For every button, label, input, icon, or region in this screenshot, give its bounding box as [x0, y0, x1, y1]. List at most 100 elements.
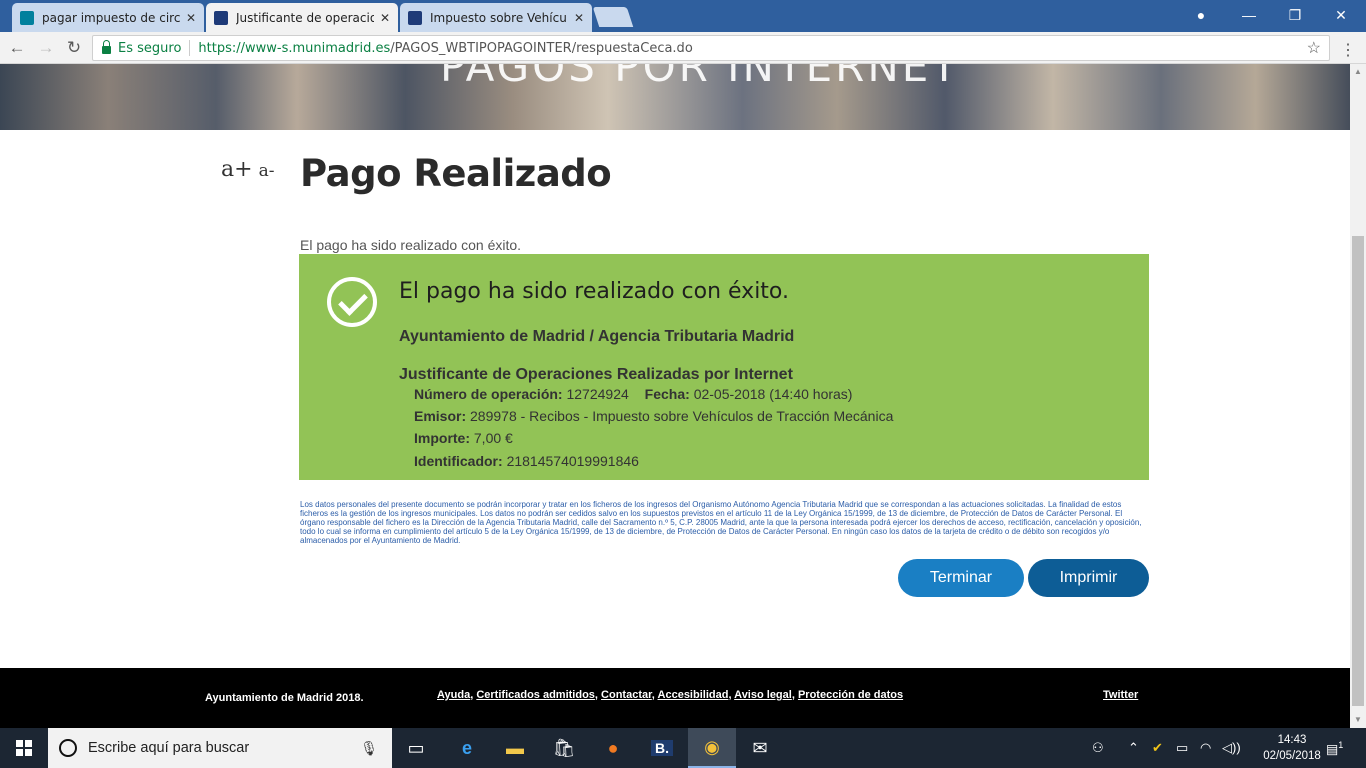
identificador-value: 21814574019991846 [506, 453, 639, 469]
tab-justificante[interactable]: Justificante de operacione ✕ [206, 3, 398, 32]
url-path: /PAGOS_WBTIPOPAGOINTER/respuestaCeca.do [390, 40, 693, 56]
notification-count: 1 [1338, 740, 1344, 750]
tab-bing-search[interactable]: pagar impuesto de circula ✕ [12, 3, 204, 32]
success-heading: El pago ha sido realizado con éxito. [399, 279, 789, 304]
search-placeholder: Escribe aquí para buscar [88, 740, 250, 756]
task-view-icon[interactable]: ▭ [392, 728, 440, 768]
operation-value: 12724924 [566, 386, 629, 402]
tab-title: Impuesto sobre Vehículos [430, 10, 568, 25]
profile-icon[interactable]: ● [1178, 0, 1224, 30]
volume-icon[interactable]: ◁)) [1222, 740, 1241, 756]
mail-icon[interactable]: ✉ [736, 728, 784, 768]
firefox-icon[interactable]: ● [589, 728, 637, 768]
start-button[interactable] [0, 728, 48, 768]
footer-link-ayuda[interactable]: Ayuda [437, 689, 470, 701]
close-icon[interactable]: ✕ [574, 11, 584, 25]
terminar-button[interactable]: Terminar [898, 559, 1024, 597]
madrid-crest-icon [408, 10, 422, 25]
legal-notice: Los datos personales del presente docume… [300, 500, 1142, 545]
footer-link-accesibilidad[interactable]: Accesibilidad [658, 689, 729, 701]
url-text: https://www-s.munimadrid.es/PAGOS_WBTIPO… [198, 41, 692, 56]
divider [189, 40, 191, 56]
restore-button[interactable]: ❐ [1272, 0, 1318, 30]
operation-row: Número de operación: 12724924 Fecha: 02-… [414, 386, 852, 402]
importe-row: Importe: 7,00 € [414, 430, 513, 446]
header-banner: PAGOS POR INTERNET [0, 64, 1350, 130]
people-icon[interactable]: ⚇ [1092, 740, 1104, 756]
cortana-icon [59, 739, 77, 757]
chrome-icon[interactable]: ◉ [688, 728, 736, 768]
close-window-button[interactable]: ✕ [1318, 0, 1364, 30]
font-increase-button[interactable]: a+ [221, 157, 253, 182]
lock-icon [102, 40, 111, 54]
imprimir-button[interactable]: Imprimir [1028, 559, 1149, 597]
page-footer: Ayuntamiento de Madrid 2018. Ayuda, Cert… [0, 668, 1350, 728]
tab-strip: pagar impuesto de circula ✕ Justificante… [0, 0, 1366, 32]
clock-date: 02/05/2018 [1263, 750, 1321, 762]
footer-link-aviso-legal[interactable]: Aviso legal [734, 689, 792, 701]
font-decrease-button[interactable]: a- [259, 161, 275, 181]
file-explorer-icon[interactable]: ▬ [491, 728, 539, 768]
date-value: 02-05-2018 (14:40 horas) [693, 386, 853, 402]
tab-title: pagar impuesto de circula [42, 10, 180, 25]
booking-icon[interactable]: B. [638, 728, 686, 768]
norton-icon[interactable]: ✔ [1152, 740, 1163, 756]
footer-links: Ayuda, Certificados admitidos, Contactar… [437, 689, 904, 701]
microphone-icon[interactable]: 🎙 [360, 740, 378, 757]
url-host: https://www-s.munimadrid.es [198, 40, 391, 56]
justificante-heading: Justificante de Operaciones Realizadas p… [399, 366, 793, 383]
success-panel: El pago ha sido realizado con éxito. Ayu… [299, 254, 1149, 480]
scroll-down-icon[interactable]: ▼ [1350, 712, 1366, 728]
secure-label: Es seguro [118, 40, 182, 56]
footer-link-twitter[interactable]: Twitter [1103, 689, 1138, 701]
importe-label: Importe: [414, 430, 470, 446]
windows-logo-icon [16, 740, 32, 756]
footer-link-certificados[interactable]: Certificados admitidos [476, 689, 595, 701]
banner-title: PAGOS POR INTERNET [440, 64, 960, 91]
browser-toolbar: ← → ↻ Es seguro https://www-s.munimadrid… [0, 32, 1366, 64]
emisor-label: Emisor: [414, 408, 467, 424]
battery-icon[interactable]: ▭ [1176, 740, 1188, 756]
windows-taskbar: Escribe aquí para buscar 🎙 ▭ e ▬ 🛍 ● B. … [0, 728, 1366, 768]
edge-icon[interactable]: e [443, 728, 491, 768]
chevron-up-icon[interactable]: ⌃ [1128, 740, 1139, 756]
store-icon[interactable]: 🛍 [540, 728, 588, 768]
clock-time: 14:43 [1277, 734, 1307, 746]
identificador-label: Identificador: [414, 453, 503, 469]
emisor-value: 289978 - Recibos - Impuesto sobre Vehícu… [470, 408, 894, 424]
footer-link-contactar[interactable]: Contactar [601, 689, 652, 701]
intro-text: El pago ha sido realizado con éxito. [300, 237, 522, 253]
date-label: Fecha: [644, 386, 690, 402]
checkmark-icon [327, 277, 377, 327]
address-bar[interactable]: Es seguro https://www-s.munimadrid.es/PA… [92, 35, 1330, 61]
system-clock[interactable]: 14:43 02/05/2018 [1262, 732, 1322, 764]
tab-impuesto-vehiculos[interactable]: Impuesto sobre Vehículos ✕ [400, 3, 592, 32]
bing-icon [20, 10, 34, 25]
madrid-crest-icon [214, 10, 228, 25]
page-title: Pago Realizado [300, 152, 612, 195]
close-icon[interactable]: ✕ [186, 11, 196, 25]
font-size-controls: a+ a- [221, 157, 274, 182]
organization-name: Ayuntamiento de Madrid / Agencia Tributa… [399, 328, 795, 345]
new-tab-button[interactable] [592, 7, 634, 27]
minimize-button[interactable]: — [1226, 0, 1272, 30]
operation-label: Número de operación: [414, 386, 563, 402]
notifications-icon[interactable]: ▤1 [1326, 740, 1343, 757]
close-icon[interactable]: ✕ [380, 11, 390, 25]
page-scrollbar[interactable]: ▲ ▼ [1350, 64, 1366, 728]
wifi-icon[interactable]: ◠ [1200, 740, 1211, 756]
footer-copyright: Ayuntamiento de Madrid 2018. [205, 692, 364, 704]
identificador-row: Identificador: 21814574019991846 [414, 453, 639, 469]
back-icon[interactable]: ← [6, 38, 28, 58]
tab-title: Justificante de operacione [236, 10, 374, 25]
forward-icon[interactable]: → [35, 38, 57, 58]
emisor-row: Emisor: 289978 - Recibos - Impuesto sobr… [414, 408, 893, 424]
footer-link-proteccion-datos[interactable]: Protección de datos [798, 689, 903, 701]
reload-icon[interactable]: ↻ [63, 38, 85, 58]
menu-icon[interactable]: ⋮ [1340, 40, 1356, 60]
bookmark-star-icon[interactable]: ☆ [1307, 38, 1321, 58]
scroll-thumb[interactable] [1352, 236, 1364, 706]
scroll-up-icon[interactable]: ▲ [1350, 64, 1366, 80]
importe-value: 7,00 € [473, 430, 513, 446]
taskbar-search[interactable]: Escribe aquí para buscar 🎙 [48, 728, 392, 768]
